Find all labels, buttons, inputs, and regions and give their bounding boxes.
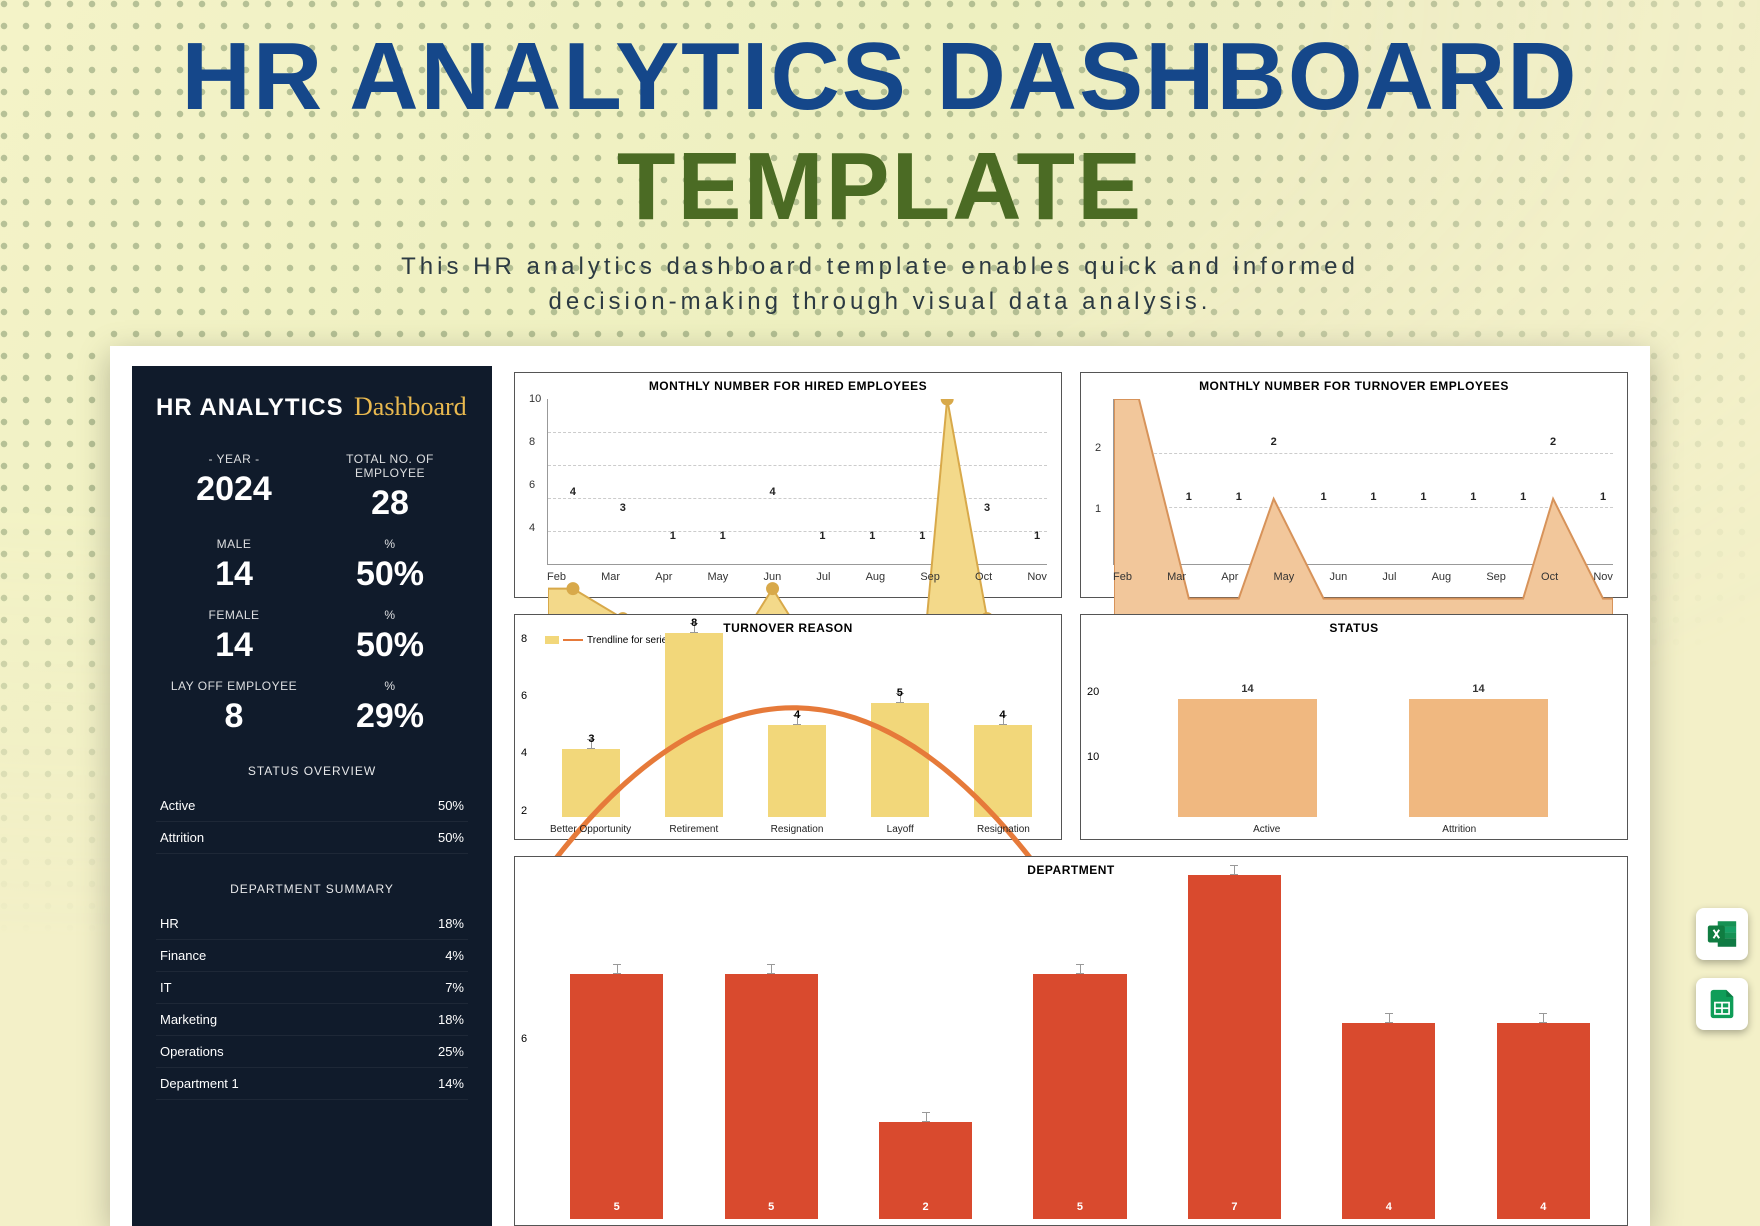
dashboard-preview: HR ANALYTICS Dashboard - YEAR - 2024 TOT… bbox=[110, 346, 1650, 1226]
female-block: FEMALE 14 bbox=[156, 608, 312, 665]
chart-hired: MONTHLY NUMBER FOR HIRED EMPLOYEES 10 8 … bbox=[514, 372, 1062, 598]
year-block: - YEAR - 2024 bbox=[156, 452, 312, 523]
dept-row: Department 114% bbox=[156, 1068, 468, 1100]
male-block: MALE 14 bbox=[156, 537, 312, 594]
status-overview-rows: Active50% Attrition50% bbox=[156, 790, 468, 854]
status-row: Attrition50% bbox=[156, 822, 468, 854]
page-title: HR ANALYTICS DASHBOARD TEMPLATE bbox=[0, 22, 1760, 242]
chart-reason: TURNOVER REASON Trendline for series 1 8… bbox=[514, 614, 1062, 840]
chart-department: DEPARTMENT 6 5 5 2 5 7 4 4 bbox=[514, 856, 1628, 1226]
google-sheets-icon[interactable] bbox=[1696, 978, 1748, 1030]
chart-turnover: MONTHLY NUMBER FOR TURNOVER EMPLOYEES 2 … bbox=[1080, 372, 1628, 598]
chart-department-bars: 5 5 2 5 7 4 4 bbox=[539, 875, 1621, 1219]
dept-row: Operations25% bbox=[156, 1036, 468, 1068]
chart-status-bars: 14 14 bbox=[1105, 633, 1621, 817]
dept-row: IT7% bbox=[156, 972, 468, 1004]
title-accent: TEMPLATE bbox=[617, 133, 1143, 240]
chart-turnover-plot: 2 1 1 1 2 1 bbox=[1089, 393, 1619, 585]
layoff-pct-block: % 29% bbox=[312, 679, 468, 736]
dept-summary-heading: DEPARTMENT SUMMARY bbox=[156, 882, 468, 896]
male-pct-block: % 50% bbox=[312, 537, 468, 594]
title-main: HR ANALYTICS DASHBOARD bbox=[182, 23, 1579, 130]
page-subtitle: This HR analytics dashboard template ena… bbox=[0, 250, 1760, 320]
sidebar: HR ANALYTICS Dashboard - YEAR - 2024 TOT… bbox=[132, 366, 492, 1226]
layoff-block: LAY OFF EMPLOYEE 8 bbox=[156, 679, 312, 736]
charts-area: MONTHLY NUMBER FOR HIRED EMPLOYEES 10 8 … bbox=[514, 366, 1628, 1226]
dept-row: Finance4% bbox=[156, 940, 468, 972]
sidebar-title: HR ANALYTICS bbox=[156, 394, 344, 422]
chart-hired-plot: 10 8 6 4 bbox=[523, 393, 1053, 585]
chart-reason-bars: 3 8 4 5 4 bbox=[539, 633, 1055, 817]
status-overview-heading: STATUS OVERVIEW bbox=[156, 764, 468, 778]
download-badges bbox=[1696, 908, 1748, 1030]
dept-summary-rows: HR18% Finance4% IT7% Marketing18% Operat… bbox=[156, 908, 468, 1100]
excel-icon[interactable] bbox=[1696, 908, 1748, 960]
page-header: HR ANALYTICS DASHBOARD TEMPLATE This HR … bbox=[0, 0, 1760, 320]
female-pct-block: % 50% bbox=[312, 608, 468, 665]
status-row: Active50% bbox=[156, 790, 468, 822]
total-block: TOTAL NO. OF EMPLOYEE 28 bbox=[312, 452, 468, 523]
dept-row: Marketing18% bbox=[156, 1004, 468, 1036]
sidebar-title-script: Dashboard bbox=[354, 392, 467, 421]
dept-row: HR18% bbox=[156, 908, 468, 940]
chart-status: STATUS 20 10 14 14 ActiveAttrition bbox=[1080, 614, 1628, 840]
